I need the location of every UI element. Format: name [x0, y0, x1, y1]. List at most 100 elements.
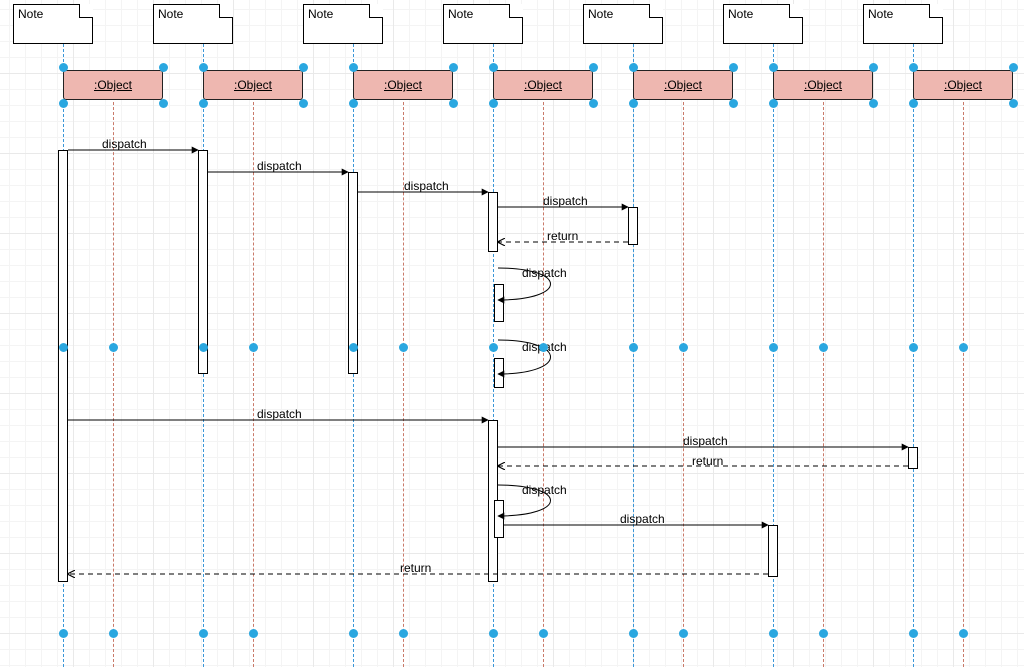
selection-handle[interactable]: [489, 629, 498, 638]
object-label: :Object: [234, 78, 272, 92]
selection-handle[interactable]: [399, 629, 408, 638]
note-shape[interactable]: Note: [723, 4, 803, 44]
note-shape[interactable]: Note: [443, 4, 523, 44]
selection-handle[interactable]: [159, 99, 168, 108]
selection-handle[interactable]: [589, 99, 598, 108]
note-shape[interactable]: Note: [153, 4, 233, 44]
selection-handle[interactable]: [399, 343, 408, 352]
object-label: :Object: [664, 78, 702, 92]
selection-handle[interactable]: [589, 63, 598, 72]
selection-handle[interactable]: [449, 99, 458, 108]
selection-handle[interactable]: [769, 343, 778, 352]
selection-handle[interactable]: [909, 629, 918, 638]
activation-bar[interactable]: [768, 525, 778, 577]
selection-handle[interactable]: [199, 629, 208, 638]
selection-handle[interactable]: [299, 99, 308, 108]
object-label: :Object: [804, 78, 842, 92]
selection-handle[interactable]: [959, 629, 968, 638]
selection-handle[interactable]: [59, 99, 68, 108]
object-label: :Object: [944, 78, 982, 92]
selection-handle[interactable]: [249, 629, 258, 638]
object-header[interactable]: :Object: [63, 70, 163, 100]
object-lifeline[interactable]: [683, 102, 684, 667]
selection-handle[interactable]: [59, 343, 68, 352]
selection-handle[interactable]: [769, 99, 778, 108]
selection-handle[interactable]: [159, 63, 168, 72]
selection-handle[interactable]: [199, 63, 208, 72]
selection-handle[interactable]: [199, 99, 208, 108]
object-lifeline[interactable]: [253, 102, 254, 667]
diagram-canvas[interactable]: { "note_label":"Note", "object_label":":…: [0, 0, 1024, 667]
note-label: Note: [588, 7, 613, 21]
activation-bar[interactable]: [494, 500, 504, 538]
selection-handle[interactable]: [349, 629, 358, 638]
activation-bar[interactable]: [198, 150, 208, 374]
selection-handle[interactable]: [629, 629, 638, 638]
note-label: Note: [18, 7, 43, 21]
selection-handle[interactable]: [489, 343, 498, 352]
selection-handle[interactable]: [109, 343, 118, 352]
activation-bar[interactable]: [908, 447, 918, 469]
selection-handle[interactable]: [199, 343, 208, 352]
activation-bar[interactable]: [488, 192, 498, 252]
object-header[interactable]: :Object: [633, 70, 733, 100]
selection-handle[interactable]: [769, 629, 778, 638]
selection-handle[interactable]: [729, 63, 738, 72]
selection-handle[interactable]: [909, 99, 918, 108]
object-label: :Object: [384, 78, 422, 92]
object-lifeline[interactable]: [113, 102, 114, 667]
note-label: Note: [868, 7, 893, 21]
selection-handle[interactable]: [819, 629, 828, 638]
selection-handle[interactable]: [679, 343, 688, 352]
selection-handle[interactable]: [249, 343, 258, 352]
note-lifeline[interactable]: [913, 44, 914, 667]
selection-handle[interactable]: [629, 99, 638, 108]
selection-handle[interactable]: [489, 63, 498, 72]
object-lifeline[interactable]: [543, 102, 544, 667]
note-label: Note: [448, 7, 473, 21]
object-lifeline[interactable]: [823, 102, 824, 667]
activation-bar[interactable]: [58, 150, 68, 582]
object-header[interactable]: :Object: [773, 70, 873, 100]
object-header[interactable]: :Object: [203, 70, 303, 100]
object-lifeline[interactable]: [963, 102, 964, 667]
object-header[interactable]: :Object: [493, 70, 593, 100]
selection-handle[interactable]: [349, 343, 358, 352]
selection-handle[interactable]: [539, 629, 548, 638]
selection-handle[interactable]: [299, 63, 308, 72]
selection-handle[interactable]: [1009, 63, 1018, 72]
selection-handle[interactable]: [769, 63, 778, 72]
selection-handle[interactable]: [679, 629, 688, 638]
selection-handle[interactable]: [819, 343, 828, 352]
note-shape[interactable]: Note: [13, 4, 93, 44]
activation-bar[interactable]: [494, 358, 504, 388]
selection-handle[interactable]: [109, 629, 118, 638]
selection-handle[interactable]: [349, 63, 358, 72]
selection-handle[interactable]: [349, 99, 358, 108]
selection-handle[interactable]: [869, 99, 878, 108]
selection-handle[interactable]: [629, 343, 638, 352]
object-header[interactable]: :Object: [353, 70, 453, 100]
selection-handle[interactable]: [1009, 99, 1018, 108]
selection-handle[interactable]: [629, 63, 638, 72]
selection-handle[interactable]: [59, 63, 68, 72]
selection-handle[interactable]: [539, 343, 548, 352]
activation-bar[interactable]: [628, 207, 638, 245]
note-shape[interactable]: Note: [863, 4, 943, 44]
selection-handle[interactable]: [729, 99, 738, 108]
selection-handle[interactable]: [909, 63, 918, 72]
selection-handle[interactable]: [959, 343, 968, 352]
selection-handle[interactable]: [489, 99, 498, 108]
note-label: Note: [308, 7, 333, 21]
selection-handle[interactable]: [869, 63, 878, 72]
selection-handle[interactable]: [909, 343, 918, 352]
note-shape[interactable]: Note: [583, 4, 663, 44]
object-header[interactable]: :Object: [913, 70, 1013, 100]
selection-handle[interactable]: [449, 63, 458, 72]
note-lifeline[interactable]: [633, 44, 634, 667]
object-lifeline[interactable]: [403, 102, 404, 667]
note-shape[interactable]: Note: [303, 4, 383, 44]
selection-handle[interactable]: [59, 629, 68, 638]
note-label: Note: [158, 7, 183, 21]
activation-bar[interactable]: [494, 284, 504, 322]
